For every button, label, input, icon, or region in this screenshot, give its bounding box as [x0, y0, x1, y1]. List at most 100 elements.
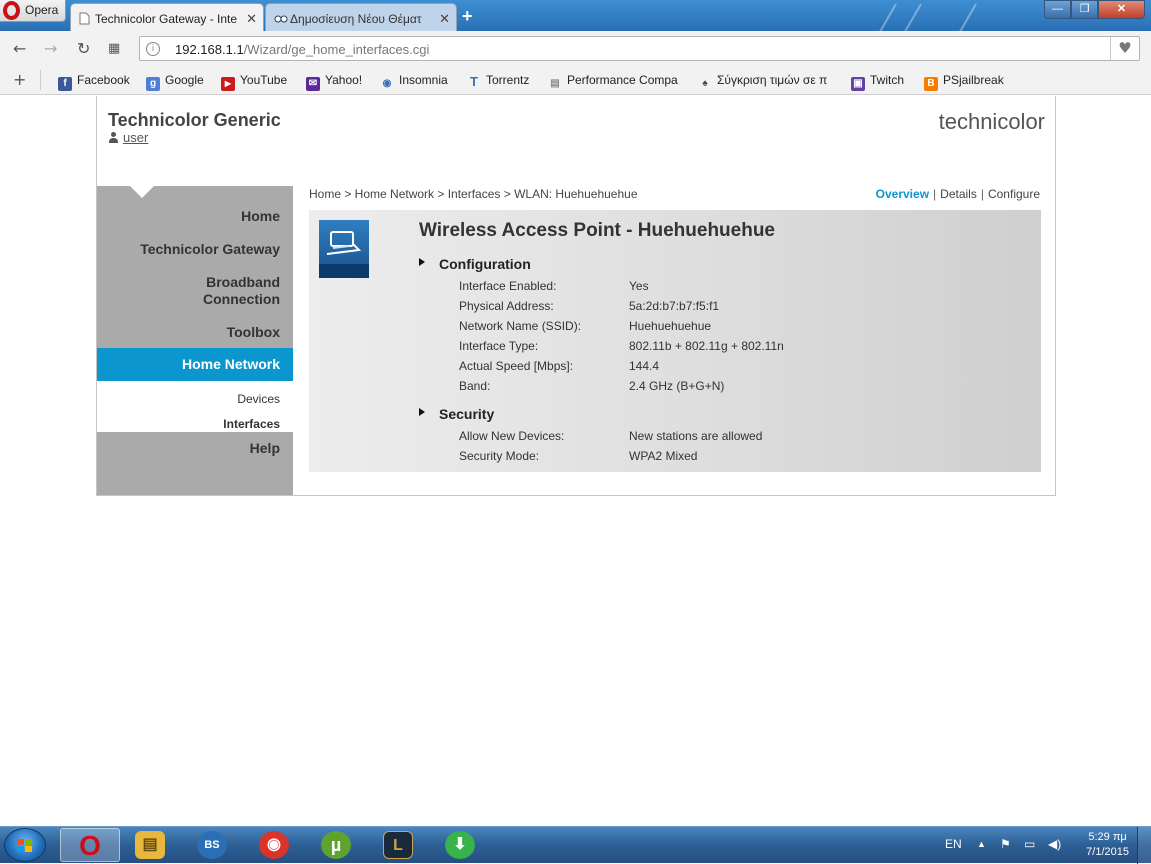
- league-taskbar-icon[interactable]: L: [369, 828, 429, 862]
- bookmark-label: Insomnia: [399, 73, 448, 87]
- nav-notch: [130, 186, 154, 198]
- bookmark-label: Facebook: [77, 73, 130, 87]
- google-icon: g: [146, 77, 160, 91]
- bookmark-facebook[interactable]: f Facebook: [58, 73, 130, 91]
- show-desktop-button[interactable]: [1137, 827, 1151, 864]
- overview-panel: Wireless Access Point - Huehuehuehue Con…: [309, 210, 1041, 472]
- user-link[interactable]: user: [109, 130, 148, 145]
- technicolor-logo: technicolor: [938, 109, 1045, 134]
- forward-arrow-icon[interactable]: →: [44, 39, 57, 58]
- field-label: Band:: [459, 379, 491, 393]
- download-taskbar-icon[interactable]: ⬇: [431, 828, 491, 862]
- youtube-icon: ▶: [221, 77, 235, 91]
- section-heading: Configuration: [439, 256, 531, 272]
- field-label: Interface Enabled:: [459, 279, 557, 293]
- user-icon: [109, 132, 118, 143]
- minimize-button[interactable]: —: [1044, 0, 1071, 19]
- view-overview-link[interactable]: Overview: [876, 187, 929, 201]
- folder-icon: ▤: [135, 831, 165, 859]
- hat-icon: ♠: [702, 78, 708, 89]
- view-separator: |: [980, 187, 984, 201]
- tab-technicolor-gateway[interactable]: Technicolor Gateway - Inte ✕: [70, 3, 264, 31]
- reload-icon[interactable]: ↻: [77, 39, 90, 58]
- add-bookmark-icon[interactable]: +: [13, 70, 26, 89]
- view-configure-link[interactable]: Configure: [988, 187, 1040, 201]
- bookmark-youtube[interactable]: ▶ YouTube: [221, 73, 287, 91]
- bookmark-label: Performance Compa: [567, 73, 678, 87]
- close-window-button[interactable]: ✕: [1098, 0, 1145, 19]
- volume-icon[interactable]: ◀): [1048, 837, 1061, 851]
- show-hidden-icons-icon[interactable]: ▲: [977, 839, 986, 849]
- side-navigation: Home Technicolor Gateway Broadband Conne…: [97, 186, 293, 495]
- tab-new-topic[interactable]: Δημοσίευση Νέου Θέματ ✕: [265, 3, 457, 31]
- nav-broadband-connection[interactable]: Broadband Connection: [203, 274, 280, 308]
- bluestacks-taskbar-icon[interactable]: BS: [183, 828, 243, 862]
- insomnia-icon: ◉: [382, 78, 392, 89]
- nav-technicolor-gateway[interactable]: Technicolor Gateway: [140, 241, 280, 258]
- bookmark-insomnia[interactable]: ◉ Insomnia: [380, 73, 448, 91]
- nav-label-line: Broadband: [206, 274, 280, 290]
- nav-home[interactable]: Home: [241, 208, 280, 225]
- field-label: Security Mode:: [459, 449, 540, 463]
- expand-triangle-icon: [419, 258, 425, 266]
- blogger-icon: B: [924, 77, 938, 91]
- view-details-link[interactable]: Details: [940, 187, 977, 201]
- start-button[interactable]: [4, 828, 46, 862]
- title-bar: Opera Technicolor Gateway - Inte ✕ Δημοσ…: [0, 0, 1151, 31]
- device-name: Technicolor Generic: [108, 110, 281, 130]
- opera-logo-icon: [3, 1, 20, 20]
- field-value: Huehuehuehue: [629, 319, 712, 333]
- view-separator: |: [933, 187, 937, 201]
- nav-home-network[interactable]: Home Network: [97, 348, 293, 381]
- bookmark-yahoo[interactable]: ✉ Yahoo!: [306, 73, 362, 91]
- utorrent-taskbar-icon[interactable]: µ: [307, 828, 367, 862]
- breadcrumb: Home > Home Network > Interfaces > WLAN:…: [309, 187, 638, 201]
- field-value: 5a:2d:b7:b7:f5:f1: [629, 299, 720, 313]
- site-info-icon[interactable]: i: [146, 42, 160, 56]
- user-label: user: [123, 130, 149, 145]
- window-controls: — ❐ ✕: [1044, 0, 1145, 20]
- maximize-button[interactable]: ❐: [1071, 0, 1098, 19]
- field-value: Yes: [629, 279, 649, 293]
- subnav-devices[interactable]: Devices: [237, 392, 280, 406]
- configuration-section-toggle[interactable]: Configuration: [419, 256, 531, 272]
- nav-label-line: Connection: [203, 291, 280, 307]
- recorder-taskbar-icon[interactable]: ◉: [245, 828, 305, 862]
- network-icon[interactable]: ▭: [1024, 837, 1035, 851]
- bookmark-torrentz[interactable]: T Torrentz: [467, 73, 529, 89]
- bookmarks-separator: [40, 70, 41, 90]
- speed-dial-grid-icon[interactable]: ▦: [108, 41, 120, 56]
- page-title: Wireless Access Point - Huehuehuehue: [419, 220, 775, 241]
- security-section-toggle[interactable]: Security: [419, 406, 495, 422]
- address-bar[interactable]: i 192.168.1.1/Wizard/ge_home_interfaces.…: [139, 36, 1140, 61]
- nav-help[interactable]: Help: [250, 440, 280, 457]
- bookmark-label: Yahoo!: [325, 73, 363, 87]
- clock-date: 7/1/2015: [1086, 846, 1129, 858]
- view-switcher: Overview | Details | Configure: [876, 187, 1040, 201]
- bookmark-twitch[interactable]: ▣ Twitch: [851, 73, 904, 91]
- subnav-interfaces[interactable]: Interfaces: [223, 417, 280, 431]
- action-center-flag-icon[interactable]: ⚑: [1000, 837, 1011, 851]
- windows-logo-icon: [17, 839, 33, 853]
- config-row: Physical Address: 5a:2d:b7:b7:f5:f1: [459, 299, 719, 313]
- close-tab-icon[interactable]: ✕: [246, 11, 257, 27]
- close-tab-icon[interactable]: ✕: [439, 11, 450, 27]
- page-icon: [79, 12, 90, 25]
- bookmark-psjailbreak[interactable]: B PSjailbreak: [924, 73, 1004, 91]
- system-clock[interactable]: 5:29 πμ 7/1/2015: [1086, 830, 1129, 860]
- opera-menu-button[interactable]: Opera: [0, 0, 66, 22]
- nav-toolbox[interactable]: Toolbox: [227, 324, 280, 341]
- bookmark-price-compare[interactable]: ♠ Σύγκριση τιμών σε π: [698, 73, 832, 91]
- opera-taskbar-icon[interactable]: O: [60, 828, 120, 862]
- url-path: /Wizard/ge_home_interfaces.cgi: [243, 42, 430, 57]
- bookmark-performance[interactable]: ▤ Performance Compa: [548, 73, 680, 91]
- section-heading: Security: [439, 406, 495, 422]
- bookmark-label: Torrentz: [486, 73, 530, 87]
- language-indicator[interactable]: EN: [945, 837, 962, 851]
- torrentz-icon: T: [470, 74, 478, 89]
- bookmark-google[interactable]: g Google: [146, 73, 204, 91]
- back-arrow-icon[interactable]: ←: [13, 39, 26, 58]
- new-tab-button[interactable]: +: [462, 6, 473, 27]
- heart-icon[interactable]: ♥: [1110, 37, 1139, 60]
- explorer-taskbar-icon[interactable]: ▤: [121, 828, 181, 862]
